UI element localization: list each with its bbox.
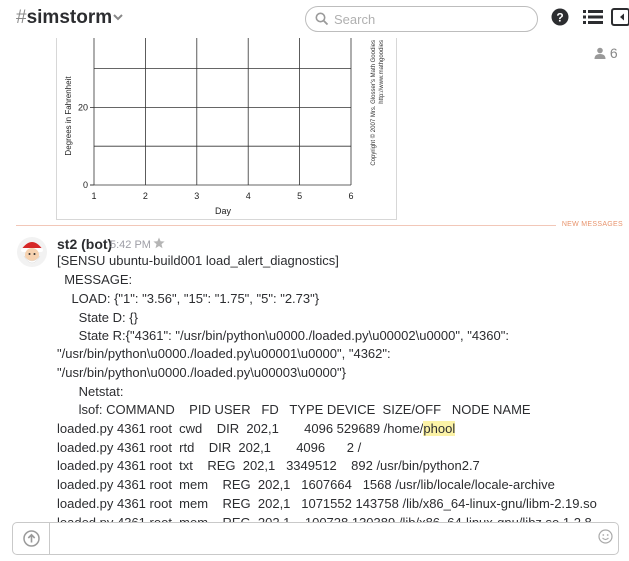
message-input[interactable] <box>57 529 597 549</box>
message-sender[interactable]: st2 (bot) <box>57 236 112 252</box>
search-icon <box>315 12 329 26</box>
chart-credit-2: http://www.mathgoodies <box>379 40 385 104</box>
chart-ylabel: Degrees in Fahrenheit <box>64 76 73 156</box>
message-line: Netstat: <box>57 384 124 399</box>
message-composer[interactable] <box>12 522 619 555</box>
message-line: loaded.py 4361 root cwd DIR 202,1 4096 5… <box>57 420 456 438</box>
search-highlight: phool <box>423 421 456 436</box>
avatar[interactable] <box>16 236 48 268</box>
svg-text:?: ? <box>556 11 563 25</box>
sidebar-toggle-icon[interactable] <box>611 8 629 26</box>
member-count[interactable]: 6 <box>594 45 618 61</box>
chart-y-tick-label: 0 <box>83 180 88 190</box>
help-icon[interactable]: ? <box>551 8 569 26</box>
message-line: loaded.py 4361 root rtd DIR 202,1 4096 2… <box>57 440 362 455</box>
channel-header: #simstorm ? <box>0 0 629 40</box>
chart-x-tick-label: 6 <box>348 191 353 201</box>
channel-name[interactable]: #simstorm <box>16 7 112 29</box>
message-time[interactable]: 5:42 PM <box>110 239 151 251</box>
message-line: "/usr/bin/python\u0000./loaded.py\u00003… <box>57 365 346 380</box>
message-line: LOAD: {"1": "3.56", "15": "1.75", "5": "… <box>57 291 320 306</box>
chart-x-tick-label: 5 <box>297 191 302 201</box>
line-chart: Degrees in Fahrenheit Day 12345602040 43… <box>64 0 385 216</box>
upload-button[interactable] <box>13 523 50 554</box>
chart-y-tick-label: 20 <box>78 102 88 112</box>
chart-x-tick-label: 2 <box>143 191 148 201</box>
message-line: [SENSU ubuntu-build001 load_alert_diagno… <box>57 253 339 268</box>
chart-x-tick-label: 4 <box>246 191 251 201</box>
search-box[interactable] <box>305 6 538 32</box>
new-messages-label: NEW MESSAGES <box>555 221 623 228</box>
chart-credit-1: Copyright © 2007 Mrs. Glosser's Math Goo… <box>370 40 377 166</box>
message-line-text: loaded.py 4361 root cwd DIR 202,1 4096 5… <box>57 421 424 436</box>
channel-title: simstorm <box>26 7 113 28</box>
channel-hash: # <box>16 7 27 28</box>
chart-x-tick-label: 3 <box>194 191 199 201</box>
message-line: loaded.py 4361 root mem REG 202,1 107155… <box>57 496 597 511</box>
search-input[interactable] <box>334 10 529 28</box>
member-count-value: 6 <box>609 45 618 61</box>
message-line: State D: {} <box>57 310 138 325</box>
message-line: lsof: COMMAND PID USER FD TYPE DEVICE SI… <box>57 402 531 417</box>
message-line: "/usr/bin/python\u0000./loaded.py\u00001… <box>57 346 391 361</box>
message-line: State R:{"4361": "/usr/bin/python\u0000.… <box>57 328 509 343</box>
new-messages-divider <box>16 225 619 226</box>
upload-icon <box>23 530 40 547</box>
message-line: loaded.py 4361 root txt REG 202,1 334951… <box>57 458 480 473</box>
chart-attachment[interactable]: Degrees in Fahrenheit Day 12345602040 43… <box>56 0 397 220</box>
chevron-down-icon[interactable] <box>113 12 123 22</box>
chart-xlabel: Day <box>215 206 232 216</box>
message-line: loaded.py 4361 root mem REG 202,1 160766… <box>57 477 555 492</box>
emoji-icon[interactable] <box>598 529 613 544</box>
user-icon <box>594 47 606 59</box>
chart-x-tick-label: 1 <box>91 191 96 201</box>
list-icon[interactable] <box>583 8 603 26</box>
message-line: MESSAGE: <box>57 272 133 287</box>
star-icon[interactable] <box>153 237 165 249</box>
